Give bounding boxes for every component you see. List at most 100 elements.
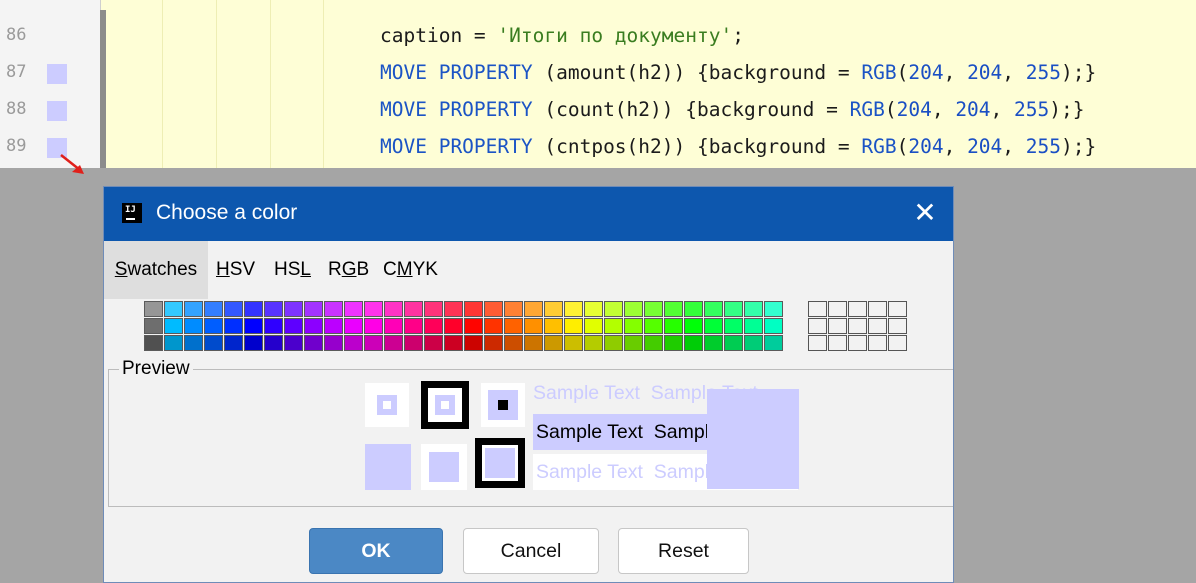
color-swatch-icon[interactable]	[47, 64, 67, 84]
swatch-cell[interactable]	[744, 301, 763, 317]
recent-swatch-cell[interactable]	[828, 335, 847, 351]
tab-hsl[interactable]: HSL	[274, 241, 311, 299]
recent-swatch-cell[interactable]	[868, 335, 887, 351]
swatch-cell[interactable]	[224, 318, 243, 334]
recent-swatch-cell[interactable]	[848, 318, 867, 334]
swatch-cell[interactable]	[304, 301, 323, 317]
swatch-cell[interactable]	[684, 301, 703, 317]
swatch-cell[interactable]	[324, 335, 343, 351]
swatch-cell[interactable]	[184, 318, 203, 334]
swatch-cell[interactable]	[624, 335, 643, 351]
swatch-cell[interactable]	[684, 335, 703, 351]
recent-swatch-cell[interactable]	[868, 318, 887, 334]
swatch-cell[interactable]	[384, 301, 403, 317]
swatch-cell[interactable]	[144, 318, 163, 334]
swatch-cell[interactable]	[364, 335, 383, 351]
swatch-cell[interactable]	[424, 301, 443, 317]
swatch-cell[interactable]	[464, 335, 483, 351]
swatch-cell[interactable]	[764, 301, 783, 317]
recent-swatch-cell[interactable]	[808, 335, 827, 351]
swatch-cell[interactable]	[504, 335, 523, 351]
swatch-cell[interactable]	[344, 335, 363, 351]
recent-swatch-cell[interactable]	[808, 301, 827, 317]
code-line-89[interactable]: MOVE PROPERTY (cntpos(h2)) {background =…	[380, 128, 1096, 165]
swatch-cell[interactable]	[644, 335, 663, 351]
swatch-cell[interactable]	[204, 335, 223, 351]
swatch-cell[interactable]	[484, 318, 503, 334]
swatch-cell[interactable]	[204, 301, 223, 317]
recent-swatch-cell[interactable]	[868, 301, 887, 317]
swatch-cell[interactable]	[244, 335, 263, 351]
swatch-cell[interactable]	[584, 318, 603, 334]
swatch-cell[interactable]	[564, 301, 583, 317]
recent-swatches[interactable]	[804, 299, 914, 354]
swatch-cell[interactable]	[164, 301, 183, 317]
swatch-cell[interactable]	[664, 301, 683, 317]
swatch-cell[interactable]	[404, 301, 423, 317]
swatch-cell[interactable]	[564, 335, 583, 351]
swatch-cell[interactable]	[524, 318, 543, 334]
swatch-cell[interactable]	[404, 318, 423, 334]
close-icon[interactable]: ✕	[909, 197, 941, 229]
swatch-cell[interactable]	[724, 335, 743, 351]
swatch-cell[interactable]	[444, 301, 463, 317]
swatch-cell[interactable]	[604, 318, 623, 334]
swatch-cell[interactable]	[744, 335, 763, 351]
swatch-cell[interactable]	[584, 335, 603, 351]
tab-swatches[interactable]: Swatches	[104, 241, 208, 299]
swatch-cell[interactable]	[764, 335, 783, 351]
swatch-cell[interactable]	[724, 318, 743, 334]
swatch-cell[interactable]	[584, 301, 603, 317]
swatch-cell[interactable]	[264, 335, 283, 351]
swatch-cell[interactable]	[364, 301, 383, 317]
swatch-cell[interactable]	[204, 318, 223, 334]
swatch-cell[interactable]	[744, 318, 763, 334]
swatch-cell[interactable]	[224, 335, 243, 351]
swatch-cell[interactable]	[704, 335, 723, 351]
swatch-cell[interactable]	[504, 318, 523, 334]
swatch-cell[interactable]	[484, 301, 503, 317]
swatch-cell[interactable]	[224, 301, 243, 317]
ok-button[interactable]: OK	[309, 528, 443, 574]
swatch-cell[interactable]	[304, 318, 323, 334]
cancel-button[interactable]: Cancel	[463, 528, 599, 574]
dialog-titlebar[interactable]: IJ Choose a color ✕	[104, 187, 953, 241]
swatch-cell[interactable]	[664, 318, 683, 334]
swatch-cell[interactable]	[184, 335, 203, 351]
swatch-cell[interactable]	[424, 335, 443, 351]
swatch-cell[interactable]	[384, 318, 403, 334]
swatch-cell[interactable]	[484, 335, 503, 351]
swatch-cell[interactable]	[624, 301, 643, 317]
swatch-cell[interactable]	[144, 335, 163, 351]
swatch-cell[interactable]	[604, 335, 623, 351]
swatch-cell[interactable]	[664, 335, 683, 351]
recent-swatch-cell[interactable]	[848, 301, 867, 317]
swatch-cell[interactable]	[384, 335, 403, 351]
swatch-cell[interactable]	[644, 318, 663, 334]
swatch-cell[interactable]	[444, 335, 463, 351]
swatch-cell[interactable]	[324, 318, 343, 334]
recent-swatch-cell[interactable]	[808, 318, 827, 334]
swatch-cell[interactable]	[524, 335, 543, 351]
swatch-cell[interactable]	[704, 301, 723, 317]
swatch-cell[interactable]	[284, 301, 303, 317]
swatch-cell[interactable]	[264, 318, 283, 334]
swatch-cell[interactable]	[564, 318, 583, 334]
swatch-cell[interactable]	[504, 301, 523, 317]
swatch-cell[interactable]	[344, 301, 363, 317]
swatch-cell[interactable]	[144, 301, 163, 317]
recent-swatch-cell[interactable]	[888, 335, 907, 351]
swatch-cell[interactable]	[464, 301, 483, 317]
tab-hsv[interactable]: HSV	[216, 241, 255, 299]
swatch-cell[interactable]	[164, 335, 183, 351]
swatch-cell[interactable]	[424, 318, 443, 334]
color-swatch-icon[interactable]	[47, 101, 67, 121]
swatch-cell[interactable]	[164, 318, 183, 334]
reset-button[interactable]: Reset	[618, 528, 749, 574]
swatch-cell[interactable]	[544, 318, 563, 334]
swatch-cell[interactable]	[524, 301, 543, 317]
tab-cmyk[interactable]: CMYK	[383, 241, 438, 299]
recent-swatch-cell[interactable]	[828, 318, 847, 334]
swatch-cell[interactable]	[704, 318, 723, 334]
swatch-cell[interactable]	[604, 301, 623, 317]
